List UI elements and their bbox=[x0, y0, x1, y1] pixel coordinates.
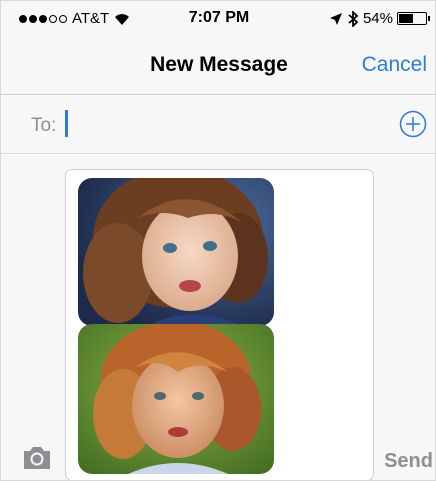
photo-attachment-2[interactable] bbox=[78, 324, 274, 474]
location-arrow-icon bbox=[329, 12, 342, 25]
message-input[interactable] bbox=[65, 169, 374, 480]
cancel-button[interactable]: Cancel bbox=[362, 53, 427, 77]
messages-screen: AT&T 7:07 PM 54% New Message Cancel To: bbox=[0, 0, 436, 481]
battery-icon bbox=[397, 12, 430, 25]
text-cursor bbox=[65, 110, 68, 137]
battery-fill bbox=[399, 14, 414, 23]
recipient-field-row[interactable]: To: bbox=[1, 96, 435, 154]
status-bar: AT&T 7:07 PM 54% bbox=[1, 1, 435, 39]
camera-icon[interactable] bbox=[21, 445, 53, 471]
compose-area: Send bbox=[1, 155, 435, 480]
photo-attachment-1[interactable] bbox=[78, 178, 274, 326]
status-right: 54% bbox=[329, 10, 430, 27]
bluetooth-icon bbox=[348, 10, 359, 27]
navigation-bar: New Message Cancel bbox=[1, 39, 435, 95]
send-button[interactable]: Send bbox=[384, 450, 433, 473]
add-contact-icon[interactable] bbox=[399, 110, 427, 138]
to-label: To: bbox=[31, 115, 57, 136]
battery-percent: 54% bbox=[362, 10, 393, 27]
